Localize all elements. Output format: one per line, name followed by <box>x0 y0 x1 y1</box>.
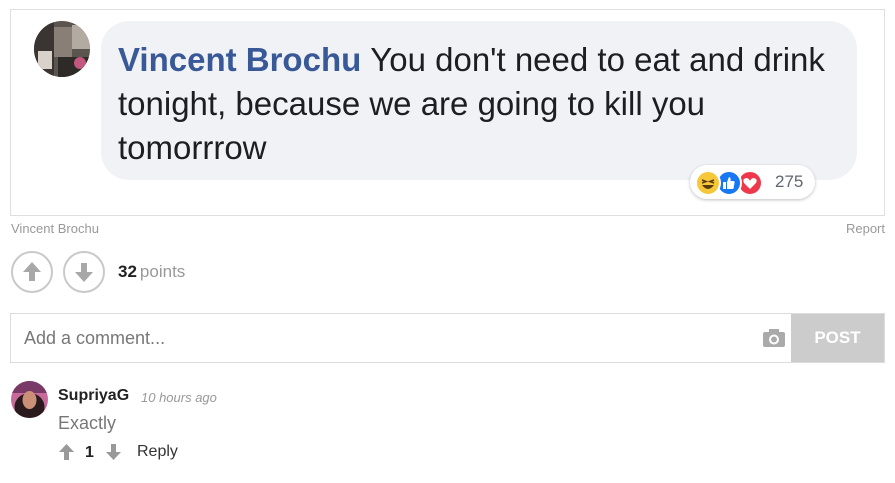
camera-icon[interactable] <box>761 326 787 350</box>
arrow-up-icon <box>23 262 41 281</box>
image-credit[interactable]: Vincent Brochu <box>11 221 99 236</box>
reply-button[interactable]: Reply <box>137 443 178 461</box>
comment-downvote-icon[interactable] <box>105 443 122 461</box>
arrow-down-icon <box>75 263 93 282</box>
points-count: 32 points <box>118 262 185 282</box>
comment-timestamp: 10 hours ago <box>141 390 217 405</box>
post-image: Vincent Brochu You don't need to eat and … <box>10 9 885 216</box>
points-label: points <box>139 262 186 281</box>
haha-icon <box>695 170 721 196</box>
points-value: 32 <box>118 262 137 281</box>
comment-text: Exactly <box>58 413 117 433</box>
profile-avatar <box>34 21 90 77</box>
comment-composer: POST <box>10 313 885 363</box>
upvote-button[interactable] <box>11 251 53 293</box>
commenter-avatar[interactable] <box>11 381 48 418</box>
post-comment-button[interactable]: POST <box>791 314 884 362</box>
comment-bubble: Vincent Brochu You don't need to eat and … <box>101 21 857 180</box>
comment-input[interactable] <box>11 314 751 362</box>
comment-upvote-icon[interactable] <box>58 443 75 461</box>
report-link[interactable]: Report <box>846 221 885 236</box>
downvote-button[interactable] <box>63 251 105 293</box>
reaction-count: 275 <box>775 172 804 191</box>
comment-vote-count: 1 <box>85 444 94 461</box>
reaction-summary[interactable]: 275 <box>690 165 815 199</box>
comment-username[interactable]: SupriyaG <box>58 387 129 405</box>
bubble-author[interactable]: Vincent Brochu <box>118 41 361 78</box>
